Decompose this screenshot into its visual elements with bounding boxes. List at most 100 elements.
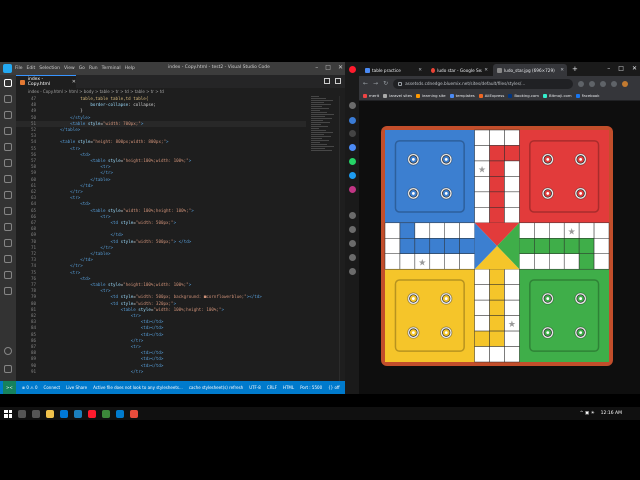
more-actions-icon[interactable] xyxy=(335,78,341,84)
bookmark-item[interactable]: laravel sites xyxy=(383,93,412,98)
source-control-icon[interactable] xyxy=(4,111,12,119)
clock-time[interactable]: 12:16 AM xyxy=(601,411,622,416)
tab-close-icon[interactable]: ✕ xyxy=(418,68,422,73)
remote-explorer-icon[interactable] xyxy=(4,159,12,167)
close-icon[interactable]: ✕ xyxy=(338,64,343,72)
problems-count[interactable]: ⊗ 0 ⚠ 0 xyxy=(22,385,38,390)
store-icon[interactable] xyxy=(349,117,356,124)
golive-status[interactable]: {} off xyxy=(328,385,340,390)
file-explorer-icon[interactable] xyxy=(46,409,54,418)
testing-icon[interactable] xyxy=(4,175,12,183)
windows-start-icon[interactable] xyxy=(4,409,12,418)
store-icon[interactable] xyxy=(74,409,82,418)
terminal-icon[interactable] xyxy=(4,271,12,279)
language-status[interactable]: HTML xyxy=(283,385,294,390)
bookmark-favicon-icon xyxy=(383,93,388,98)
menu-item-edit[interactable]: Edit xyxy=(27,66,36,71)
tray-icons[interactable]: ^ ▣ ☀ xyxy=(580,411,595,416)
tab-close-icon[interactable]: ✕ xyxy=(560,68,564,73)
forward-icon[interactable]: → xyxy=(373,80,378,87)
breadcrumb[interactable]: index - Copy.html > html > body > table … xyxy=(16,88,345,96)
settings-icon[interactable] xyxy=(349,268,356,275)
search-icon[interactable] xyxy=(4,95,12,103)
live-share-icon[interactable] xyxy=(4,191,12,199)
maximize-icon[interactable]: □ xyxy=(325,64,331,72)
editor-tab-active[interactable]: index - Copy.html ✕ xyxy=(16,75,76,88)
browser-tab-google-search[interactable]: ludo star - Google Search ✕ xyxy=(427,64,491,76)
bookmark-item[interactable]: templates xyxy=(449,93,475,98)
split-editor-icon[interactable] xyxy=(324,78,330,84)
address-bar[interactable]: assetsds.cdnedge.bluemix.net/sites/defau… xyxy=(393,78,574,89)
search-icon[interactable] xyxy=(18,409,26,418)
tab-close-icon[interactable]: ✕ xyxy=(72,79,76,85)
bookmarks-icon[interactable] xyxy=(4,239,12,247)
minimize-icon[interactable]: – xyxy=(315,64,318,72)
whatsapp-icon[interactable] xyxy=(349,158,356,165)
back-icon[interactable]: ← xyxy=(363,80,368,87)
github-icon[interactable] xyxy=(4,255,12,263)
recorder-icon[interactable] xyxy=(130,409,138,418)
bookmark-item[interactable]: AliExpress xyxy=(478,93,504,98)
menu-item-view[interactable]: View xyxy=(64,66,75,71)
download-icon[interactable] xyxy=(611,80,618,87)
download-icon[interactable] xyxy=(349,240,356,247)
camera-icon[interactable] xyxy=(589,80,596,87)
profile-avatar-icon[interactable] xyxy=(622,80,629,87)
timeline-icon[interactable] xyxy=(4,223,12,231)
heart-icon[interactable] xyxy=(349,212,356,219)
maximize-icon[interactable]: □ xyxy=(618,65,624,72)
reload-icon[interactable]: ↻ xyxy=(383,80,388,87)
twitter-icon[interactable] xyxy=(349,172,356,179)
explorer-icon[interactable] xyxy=(4,79,12,87)
browser-tab-ludo-image[interactable]: ludo_star.jpg (696×729) ✕ xyxy=(493,64,567,76)
close-icon[interactable]: ✕ xyxy=(632,65,637,72)
menu-item-go[interactable]: Go xyxy=(79,66,85,71)
menu-item-help[interactable]: Help xyxy=(125,66,135,71)
port-status[interactable]: Port : 5500 xyxy=(300,385,322,390)
encoding-status[interactable]: UTF-8 xyxy=(249,385,261,390)
instagram-icon[interactable] xyxy=(349,186,356,193)
vpn-icon[interactable] xyxy=(578,80,585,87)
task-view-icon[interactable] xyxy=(32,409,40,418)
browser-tab-table-practice[interactable]: table practice ✕ xyxy=(361,64,425,76)
history-icon[interactable] xyxy=(349,226,356,233)
menu-item-terminal[interactable]: Terminal xyxy=(102,66,121,71)
docker-icon[interactable] xyxy=(4,207,12,215)
run-debug-icon[interactable] xyxy=(4,127,12,135)
npm-icon[interactable] xyxy=(4,287,12,295)
opera-logo-icon[interactable] xyxy=(349,66,356,73)
code-text: } xyxy=(80,108,83,114)
remote-indicator[interactable]: >< xyxy=(3,381,16,394)
messenger-icon[interactable] xyxy=(349,144,356,151)
menu-item-selection[interactable]: Selection xyxy=(39,66,60,71)
minimize-icon[interactable]: – xyxy=(607,65,610,72)
extensions-icon[interactable] xyxy=(4,143,12,151)
settings-gear-icon[interactable] xyxy=(4,365,12,373)
menu-item-run[interactable]: Run xyxy=(89,66,98,71)
vscode-taskbar-icon[interactable] xyxy=(116,409,124,418)
tab-close-icon[interactable]: ✕ xyxy=(484,68,488,73)
live-share-status[interactable]: Live Share xyxy=(66,385,87,390)
code-line[interactable]: 91 </tr> xyxy=(16,369,306,375)
bookmark-item[interactable]: learning site xyxy=(416,93,446,98)
edge-icon[interactable] xyxy=(60,409,68,418)
connect-status[interactable]: Connect xyxy=(44,385,61,390)
track-cell xyxy=(474,191,490,208)
cube-icon[interactable] xyxy=(349,254,356,261)
code-editor[interactable]: 47 table,table table,td table{48 border-… xyxy=(16,96,345,381)
bookmarks-bar: merit laravel sites learning site templates… xyxy=(359,91,640,101)
bookmark-item[interactable]: Bitmoji.com xyxy=(542,93,572,98)
menu-item-file[interactable]: File xyxy=(15,66,23,71)
bookmark-item[interactable]: Booking.com xyxy=(508,93,539,98)
bookmark-item[interactable]: Facebook xyxy=(575,93,599,98)
eol-status[interactable]: CRLF xyxy=(267,385,277,390)
home-icon[interactable] xyxy=(349,102,356,109)
opera-icon[interactable] xyxy=(88,409,96,418)
app-icon[interactable] xyxy=(102,409,110,418)
cache-status[interactable]: cache stylesheet(s) refresh xyxy=(189,385,243,390)
minimap[interactable] xyxy=(311,96,335,156)
new-tab-icon[interactable]: + xyxy=(572,65,578,73)
bookmark-item[interactable]: merit xyxy=(363,93,379,98)
account-icon[interactable] xyxy=(4,347,12,355)
heart-icon[interactable] xyxy=(600,80,607,87)
